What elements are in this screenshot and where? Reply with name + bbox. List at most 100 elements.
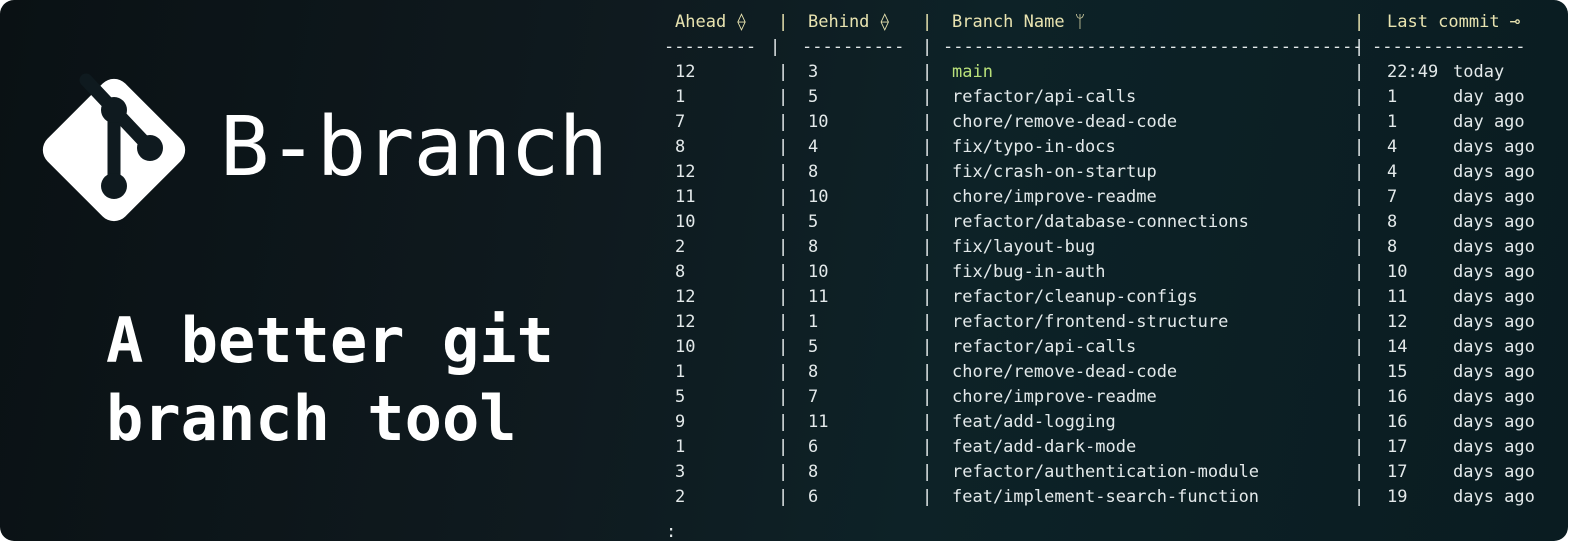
column-separator: | — [770, 37, 781, 57]
column-separator: | — [922, 12, 933, 32]
column-separator: | — [922, 62, 933, 82]
column-separator: | — [778, 287, 789, 307]
branch-name: refactor/authentication-module — [952, 462, 1260, 482]
column-separator: | — [922, 162, 933, 182]
column-separator: | — [778, 62, 789, 82]
column-separator: | — [1354, 237, 1365, 257]
column-separator: | — [922, 487, 933, 507]
column-separator: | — [1354, 112, 1365, 132]
column-separator: | — [778, 137, 789, 157]
banner: B-branch A better git branch tool Ahead … — [0, 0, 1568, 541]
branch-name: chore/improve-readme — [952, 187, 1157, 207]
behind-count: 5 — [808, 87, 819, 107]
column-separator: | — [1354, 412, 1365, 432]
ahead-count: 9 — [675, 412, 686, 432]
last-commit-value: 8 — [1387, 212, 1398, 232]
ahead-count: 8 — [675, 137, 686, 157]
app-title: B-branch — [220, 100, 608, 195]
column-separator: | — [922, 262, 933, 282]
branch-name: refactor/cleanup-configs — [952, 287, 1198, 307]
column-separator: | — [922, 312, 933, 332]
branch-name: refactor/database-connections — [952, 212, 1249, 232]
last-commit-unit: days ago — [1453, 237, 1535, 257]
column-separator: | — [922, 87, 933, 107]
column-separator: | — [922, 187, 933, 207]
column-separator: | — [922, 362, 933, 382]
column-separator: | — [778, 362, 789, 382]
last-commit-value: 14 — [1387, 337, 1408, 357]
behind-count: 7 — [808, 387, 819, 407]
ahead-count: 12 — [675, 162, 696, 182]
column-separator: | — [778, 462, 789, 482]
column-separator: | — [922, 287, 933, 307]
column-separator: | — [1354, 262, 1365, 282]
ahead-count: 7 — [675, 112, 686, 132]
column-separator: | — [1354, 12, 1365, 32]
column-separator: | — [922, 37, 933, 57]
behind-count: 8 — [808, 362, 819, 382]
branch-name: fix/crash-on-startup — [952, 162, 1157, 182]
behind-count: 11 — [808, 412, 829, 432]
last-commit-unit: days ago — [1453, 387, 1535, 407]
column-separator: | — [922, 337, 933, 357]
branch-name: chore/remove-dead-code — [952, 112, 1178, 132]
column-separator: | — [778, 12, 789, 32]
branch-name: fix/bug-in-auth — [952, 262, 1106, 282]
header-branch-name[interactable]: Branch Name ᛘ — [952, 10, 1085, 35]
behind-count: 3 — [808, 62, 819, 82]
behind-count: 6 — [808, 487, 819, 507]
column-separator: | — [1354, 287, 1365, 307]
column-separator: | — [922, 237, 933, 257]
last-commit-unit: days ago — [1453, 312, 1535, 332]
column-separator: | — [1354, 437, 1365, 457]
column-separator: | — [778, 262, 789, 282]
ahead-count: 1 — [675, 362, 686, 382]
column-separator: | — [1354, 462, 1365, 482]
column-separator: | — [778, 487, 789, 507]
header-behind[interactable]: Behind ⟠ — [808, 10, 890, 35]
last-commit-value: 8 — [1387, 237, 1398, 257]
ahead-count: 10 — [675, 212, 696, 232]
behind-count: 8 — [808, 462, 819, 482]
header-last-commit[interactable]: Last commit ⊸ — [1387, 10, 1520, 35]
last-commit-unit: days ago — [1453, 212, 1535, 232]
last-commit-unit: days ago — [1453, 137, 1535, 157]
column-separator: | — [778, 112, 789, 132]
ahead-count: 10 — [675, 337, 696, 357]
branch-name: feat/add-dark-mode — [952, 437, 1137, 457]
pager-prompt[interactable]: : — [666, 520, 676, 541]
behind-count: 6 — [808, 437, 819, 457]
column-separator: | — [778, 162, 789, 182]
divider-commit: --------------- — [1372, 37, 1526, 57]
column-separator: | — [1354, 62, 1365, 82]
last-commit-unit: days ago — [1453, 412, 1535, 432]
last-commit-value: 16 — [1387, 412, 1408, 432]
column-separator: | — [922, 412, 933, 432]
branch-name: fix/layout-bug — [952, 237, 1096, 257]
branch-name: main — [952, 62, 993, 82]
last-commit-value: 22:49 — [1387, 62, 1439, 82]
last-commit-unit: days ago — [1453, 362, 1535, 382]
divider-branch: ----------------------------------------… — [943, 37, 1363, 57]
column-separator: | — [778, 387, 789, 407]
branch-name: refactor/api-calls — [952, 87, 1137, 107]
branch-name: chore/remove-dead-code — [952, 362, 1178, 382]
column-separator: | — [778, 212, 789, 232]
ahead-count: 1 — [675, 87, 686, 107]
behind-count: 10 — [808, 262, 829, 282]
column-separator: | — [922, 212, 933, 232]
ahead-count: 2 — [675, 237, 686, 257]
column-separator: | — [778, 87, 789, 107]
last-commit-value: 1 — [1387, 87, 1398, 107]
header-ahead[interactable]: Ahead ⟠ — [675, 10, 747, 35]
tagline: A better git branch tool — [106, 302, 554, 458]
behind-count: 11 — [808, 287, 829, 307]
branch-name: refactor/api-calls — [952, 337, 1137, 357]
behind-count: 8 — [808, 237, 819, 257]
last-commit-unit: days ago — [1453, 162, 1535, 182]
tagline-line-1: A better git — [106, 304, 554, 377]
divider-behind: ---------- — [802, 37, 905, 57]
last-commit-unit: days ago — [1453, 187, 1535, 207]
column-separator: | — [1354, 87, 1365, 107]
column-separator: | — [778, 312, 789, 332]
